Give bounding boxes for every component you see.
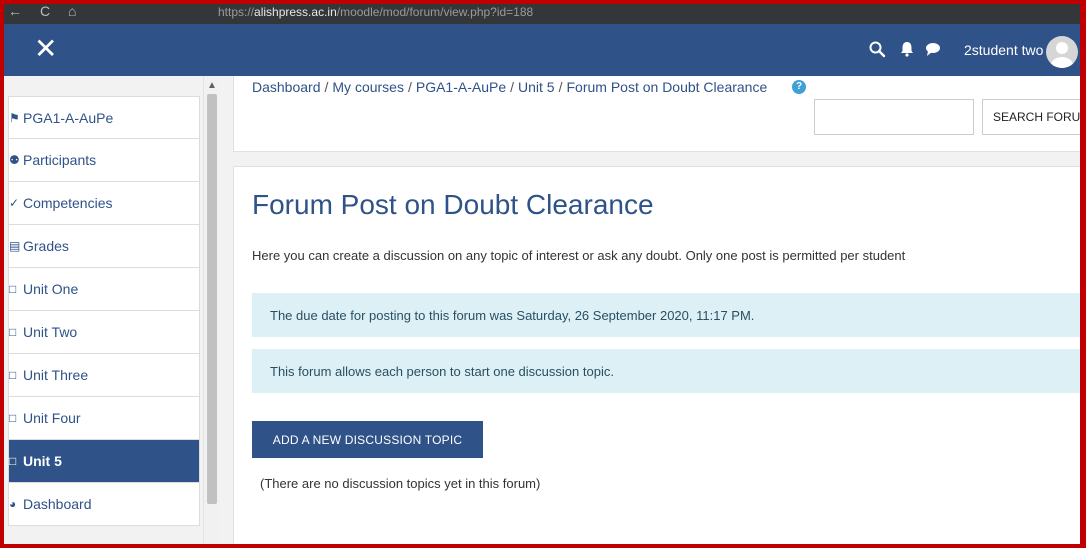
breadcrumb-link[interactable]: PGA1-A-AuPe: [416, 79, 506, 95]
course-sidebar: ⚑ PGA1-A-AuPe ⚉ Participants ✓ Competencies ▤ G…: [0, 76, 200, 548]
sidebar-item-unit-three[interactable]: □ Unit Three: [8, 354, 200, 397]
sidebar-item-participants[interactable]: ⚉ Participants: [8, 139, 200, 182]
breadcrumb-separator: /: [324, 79, 329, 95]
no-topics-note: (There are no discussion topics yet in t…: [260, 476, 541, 491]
reload-icon[interactable]: C: [40, 3, 50, 19]
sidebar-item-icon: □: [9, 325, 17, 339]
top-navbar: ✕ 2student two: [0, 24, 1086, 76]
sidebar-item-icon: □: [9, 368, 17, 382]
sidebar-item-label: Unit Two: [23, 324, 78, 340]
sidebar-item-label: Competencies: [23, 195, 113, 211]
avatar[interactable]: [1046, 36, 1078, 68]
sidebar-list: ⚑ PGA1-A-AuPe ⚉ Participants ✓ Competencies ▤ G…: [8, 96, 200, 526]
sidebar-scrollbar[interactable]: ▲: [203, 76, 219, 548]
sidebar-item-icon: ✓: [9, 196, 20, 210]
close-drawer-icon[interactable]: ✕: [34, 32, 57, 66]
sidebar-item-label: Unit Four: [23, 410, 81, 426]
sidebar-item-label: Participants: [23, 152, 97, 168]
user-avatar-icon: [1051, 42, 1073, 68]
sidebar-item-dashboard[interactable]: ◕ Dashboard: [8, 483, 200, 526]
back-icon[interactable]: ←: [8, 3, 22, 19]
main-content: Forum Post on Doubt Clearance Here you c…: [233, 166, 1086, 548]
sidebar-item-unit-two[interactable]: □ Unit Two: [8, 311, 200, 354]
sidebar-item-icon: □: [9, 282, 17, 296]
sidebar-item-icon: ◕: [9, 497, 17, 511]
forum-intro: Here you can create a discussion on any …: [252, 248, 906, 263]
help-icon[interactable]: ?: [792, 80, 806, 94]
sidebar-item-unit-one[interactable]: □ Unit One: [8, 268, 200, 311]
breadcrumb-separator: /: [558, 79, 563, 95]
breadcrumb-link[interactable]: Dashboard: [252, 79, 321, 95]
sidebar-item-label: Unit Three: [23, 367, 89, 383]
sidebar-item-label: Unit One: [23, 281, 79, 297]
home-icon[interactable]: ⌂: [68, 3, 76, 19]
sidebar-item-pga1-a-aupe[interactable]: ⚑ PGA1-A-AuPe: [8, 96, 200, 139]
sidebar-item-label: PGA1-A-AuPe: [23, 109, 114, 126]
add-discussion-topic-button[interactable]: ADD A NEW DISCUSSION TOPIC: [252, 421, 483, 458]
page-title: Forum Post on Doubt Clearance: [252, 189, 654, 220]
address-bar[interactable]: https://alishpress.ac.in/moodle/mod/foru…: [218, 5, 533, 19]
sidebar-item-label: Unit 5: [23, 453, 62, 469]
search-icon[interactable]: [868, 40, 886, 58]
user-name[interactable]: 2student two: [964, 42, 1043, 58]
breadcrumb-separator: /: [510, 79, 515, 95]
sidebar-item-icon: ⚉: [9, 153, 20, 167]
sidebar-item-competencies[interactable]: ✓ Competencies: [8, 182, 200, 225]
breadcrumb-separator: /: [407, 79, 412, 95]
one-topic-alert: This forum allows each person to start o…: [252, 349, 1086, 393]
breadcrumb-link[interactable]: Unit 5: [518, 79, 555, 95]
sidebar-item-unit-5[interactable]: □ Unit 5: [8, 440, 200, 483]
sidebar-item-label: Grades: [23, 238, 69, 254]
chat-icon[interactable]: [924, 40, 942, 58]
breadcrumb: Dashboard / My courses / PGA1-A-AuPe / Unit 5/…: [252, 79, 767, 95]
browser-toolbar: ← C ⌂ https://alishpress.ac.in/moodle/mo…: [0, 0, 1086, 24]
breadcrumb-link[interactable]: Forum Post on Doubt Clearance: [566, 79, 767, 95]
sidebar-item-unit-four[interactable]: □ Unit Four: [8, 397, 200, 440]
search-forums-button[interactable]: SEARCH FORUMS: [982, 99, 1086, 135]
sidebar-item-icon: □: [9, 454, 17, 468]
due-date-alert: The due date for posting to this forum w…: [252, 293, 1086, 337]
scrollbar-thumb[interactable]: [207, 94, 217, 504]
scroll-up-icon[interactable]: ▲: [207, 80, 217, 91]
bell-icon[interactable]: [898, 40, 916, 58]
page-header: Dashboard / My courses / PGA1-A-AuPe / Unit 5/…: [233, 76, 1086, 152]
sidebar-item-label: Dashboard: [23, 496, 92, 512]
sidebar-item-icon: ▤: [9, 239, 21, 253]
url-path: /moodle/mod/forum/view.php?id=188: [336, 5, 534, 19]
sidebar-item-grades[interactable]: ▤ Grades: [8, 225, 200, 268]
sidebar-item-icon: ⚑: [9, 110, 20, 125]
breadcrumb-link[interactable]: My courses: [332, 79, 404, 95]
url-host: alishpress.ac.in: [254, 5, 337, 19]
search-forums-input[interactable]: [814, 99, 974, 135]
sidebar-item-icon: □: [9, 411, 17, 425]
url-prefix: https://: [218, 5, 255, 19]
